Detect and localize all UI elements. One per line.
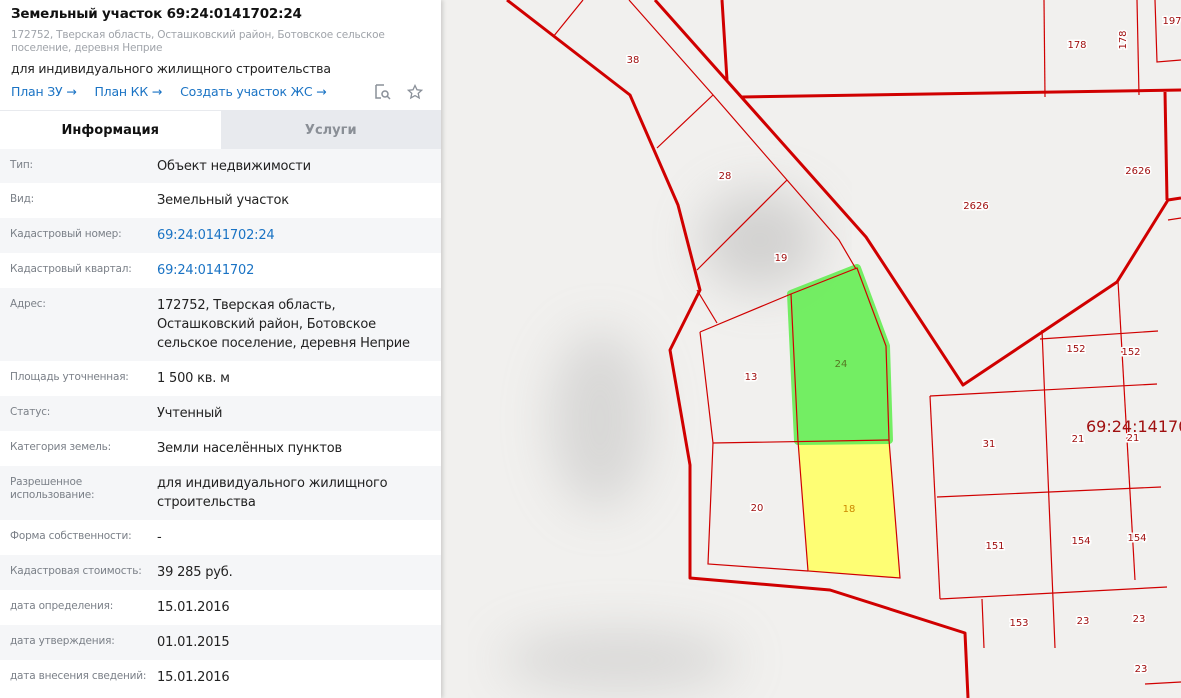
star-icon[interactable] — [407, 84, 423, 100]
field-label: Статус: — [10, 406, 51, 418]
parcel-label: 197 — [1162, 16, 1181, 27]
field-label: Адрес: — [10, 298, 46, 310]
field-label: Форма собственности: — [10, 530, 132, 542]
field-label: дата утверждения: — [10, 635, 115, 647]
info-row: Адрес: 172752, Тверская область, Осташков… — [0, 288, 441, 361]
parcel-label: 18 — [843, 504, 856, 515]
parcel-label: 152 — [1121, 347, 1140, 358]
info-row: Площадь уточненная: 1 500 кв. м — [0, 361, 441, 396]
field-value: для индивидуального жилищного строительс… — [157, 476, 388, 510]
field-value: 39 285 руб. — [157, 565, 233, 580]
info-row: Разрешенное использование: для индивидуал… — [0, 466, 441, 520]
info-row: дата определения: 15.01.2016 — [0, 590, 441, 625]
purpose-text: для индивидуального жилищного строительс… — [11, 61, 331, 76]
parcel-label: 2626 — [963, 201, 988, 212]
field-value: 1 500 кв. м — [157, 371, 230, 386]
field-label: Разрешенное использование: — [10, 476, 95, 501]
field-value: Земельный участок — [157, 193, 289, 208]
parcel-label: 151 — [985, 541, 1004, 552]
field-label: Кадастровый квартал: — [10, 263, 132, 275]
parcel-labels: 38 28 19 13 24 20 18 2626 2626 178 178 1… — [625, 15, 1181, 677]
info-row: Категория земель: Земли населённых пункто… — [0, 431, 441, 466]
parcel-label: 178 — [1118, 30, 1129, 49]
parcel-label: 2626 — [1125, 166, 1150, 177]
parcel-label: 153 — [1009, 618, 1028, 629]
parcel-label: 23 — [1135, 664, 1148, 675]
field-value: Земли населённых пунктов — [157, 441, 342, 456]
plan-kk-link[interactable]: План КК → — [94, 84, 162, 99]
panel-header: Земельный участок 69:24:0141702:24 17275… — [0, 0, 441, 110]
parcel-label: 178 — [1067, 40, 1086, 51]
field-value: Объект недвижимости — [157, 159, 311, 174]
parcel-label: 152 — [1066, 344, 1085, 355]
create-parcel-link[interactable]: Создать участок ЖС → — [180, 84, 327, 99]
info-row: Кадастровый квартал: 69:24:0141702 — [0, 253, 441, 288]
page-title: Земельный участок 69:24:0141702:24 — [11, 6, 302, 22]
info-row: дата внесения сведений: 15.01.2016 — [0, 660, 441, 695]
parcel-label: 154 — [1127, 533, 1146, 544]
tab-information[interactable]: Информация — [0, 111, 221, 149]
field-label: дата внесения сведений: — [10, 670, 147, 682]
field-label: дата определения: — [10, 600, 114, 612]
parcel-label: 31 — [983, 439, 996, 450]
info-row: Кадастровая стоимость: 39 285 руб. — [0, 555, 441, 590]
parcel-label: 13 — [745, 372, 758, 383]
field-value: 172752, Тверская область, Осташковский р… — [157, 298, 410, 351]
info-row: Статус: Учтенный — [0, 396, 441, 431]
field-label: Площадь уточненная: — [10, 371, 129, 383]
parcel-label: 154 — [1071, 536, 1090, 547]
parcel-label: 23 — [1077, 616, 1090, 627]
parcel-label: 19 — [775, 253, 788, 264]
field-value: 15.01.2016 — [157, 670, 230, 685]
info-panel: Земельный участок 69:24:0141702:24 17275… — [0, 0, 441, 698]
plan-zu-link[interactable]: План ЗУ → — [11, 84, 77, 99]
field-value: 15.01.2016 — [157, 600, 230, 615]
info-table: Тип: Объект недвижимости Вид: Земельный уча… — [0, 149, 441, 695]
info-row: Кадастровый номер: 69:24:0141702:24 — [0, 218, 441, 253]
field-value[interactable]: 69:24:0141702:24 — [157, 218, 431, 253]
tab-services[interactable]: Услуги — [220, 111, 441, 149]
parcel-label: 28 — [719, 171, 732, 182]
field-label: Категория земель: — [10, 441, 112, 453]
field-value: 01.01.2015 — [157, 635, 230, 650]
field-label: Кадастровая стоимость: — [10, 565, 142, 577]
search-document-icon[interactable] — [374, 84, 391, 100]
info-row: дата утверждения: 01.01.2015 — [0, 625, 441, 660]
field-label: Вид: — [10, 193, 35, 205]
field-label: Кадастровый номер: — [10, 228, 122, 240]
parcel-label: 24 — [835, 359, 848, 370]
parcel-label: 38 — [627, 55, 640, 66]
field-value: - — [157, 530, 162, 545]
parcel-label: 23 — [1133, 614, 1146, 625]
parcel-label: 21 — [1072, 434, 1085, 445]
info-row: Тип: Объект недвижимости — [0, 149, 441, 183]
selected-parcel-24[interactable] — [787, 264, 893, 445]
field-value[interactable]: 69:24:0141702 — [157, 253, 431, 288]
field-label: Тип: — [10, 159, 33, 171]
parcel-label: 20 — [751, 503, 764, 514]
address-subtitle: 172752, Тверская область, Осташковский р… — [11, 29, 385, 54]
info-row: Вид: Земельный участок — [0, 183, 441, 218]
field-value: Учтенный — [157, 406, 223, 421]
quarter-label: 69:24:14170 — [1086, 417, 1181, 436]
info-row: Форма собственности: - — [0, 520, 441, 555]
